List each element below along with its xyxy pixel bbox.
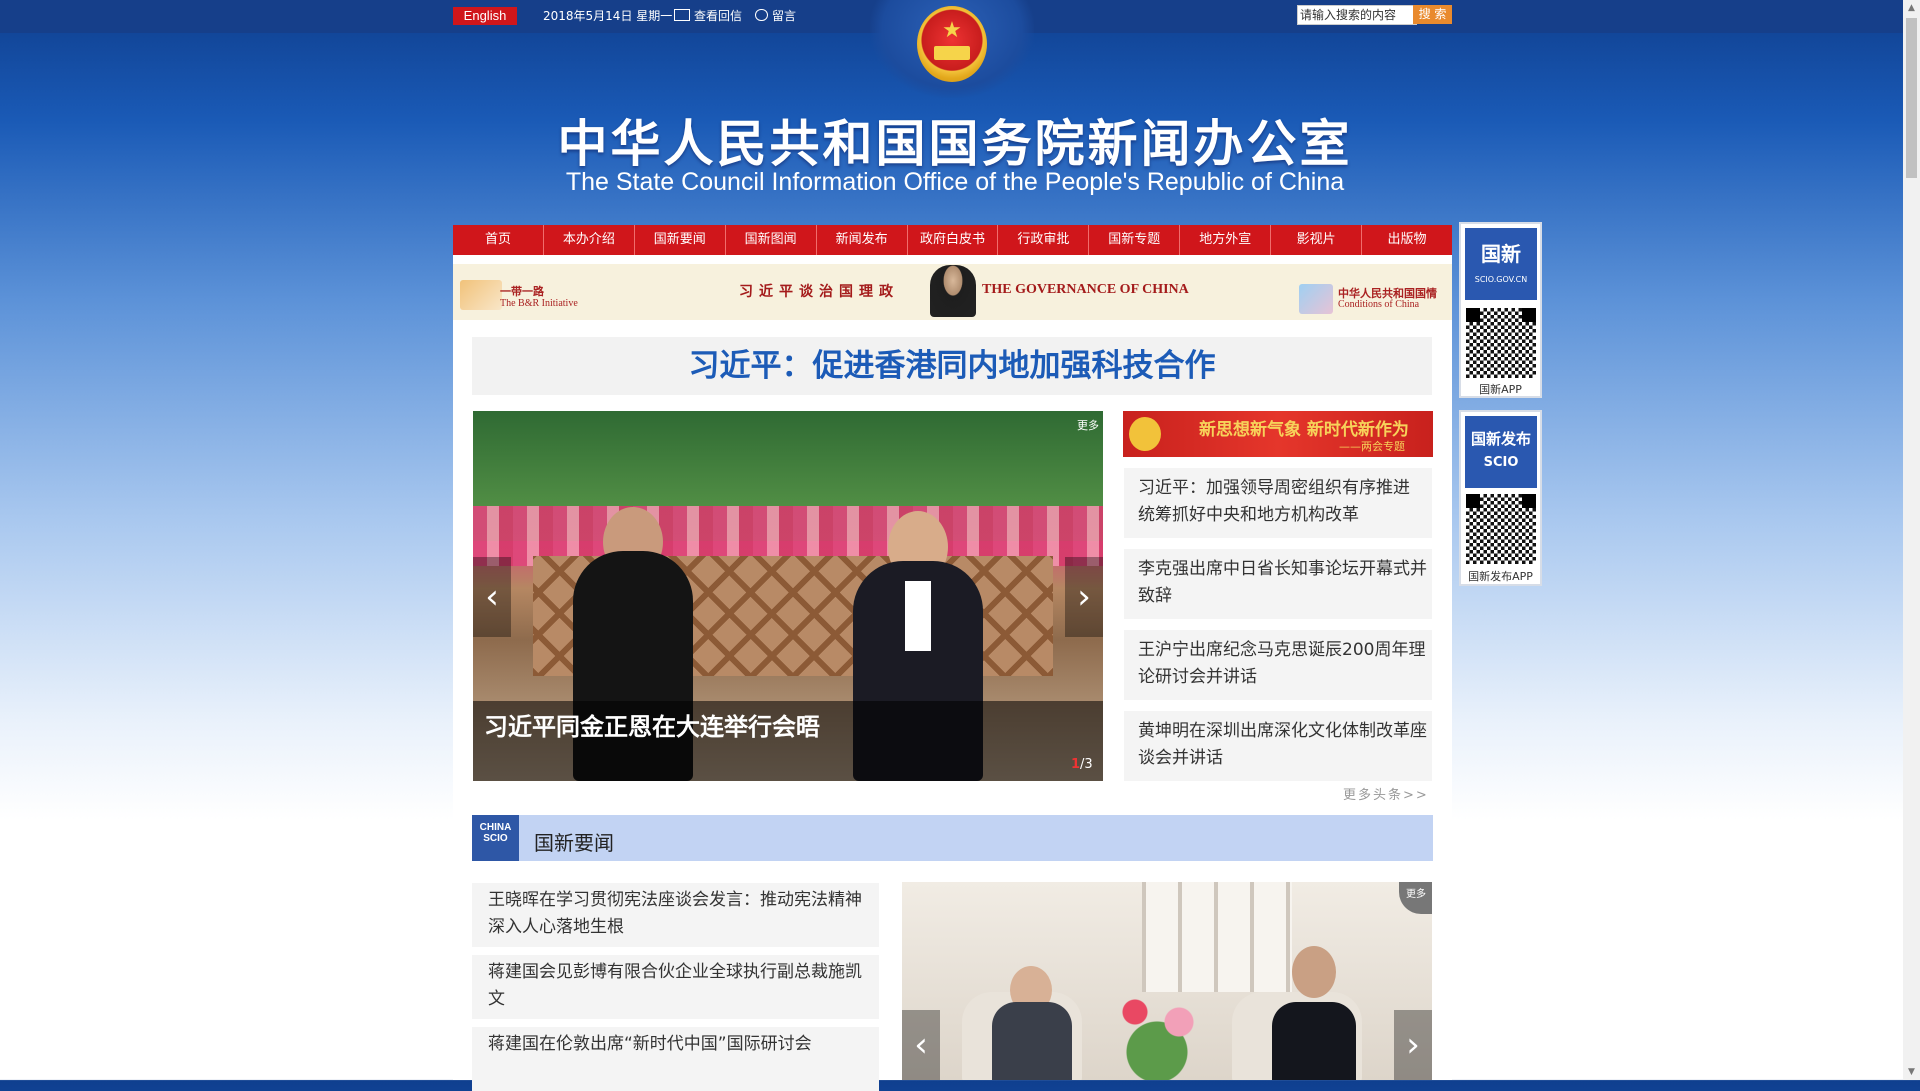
slide-counter-total: /3 <box>1080 757 1093 772</box>
slide-caption[interactable]: 习近平同金正恩在大连举行会晤 <box>484 707 820 742</box>
nav-item-white-papers[interactable]: 政府白皮书 <box>908 225 999 255</box>
nav-item-approvals[interactable]: 行政审批 <box>998 225 1090 255</box>
scroll-thumb[interactable] <box>1906 18 1917 178</box>
site-title-en: The State Council Information Office of … <box>565 168 1345 196</box>
qr-code-icon <box>1466 308 1536 378</box>
more-headlines-link[interactable]: 更多头条>> <box>1343 784 1429 803</box>
slide-counter: 1/3 <box>1071 757 1093 772</box>
photo-slideshow[interactable]: 习近平同金正恩在大连举行会晤 1/3 更多 ‹ › <box>473 411 1103 781</box>
view-reply-link[interactable]: 查看回信 <box>674 7 742 25</box>
app-logo: 国新 SCIO.GOV.CN <box>1465 228 1537 300</box>
list-item[interactable]: 李克强出席中日省长知事论坛开幕式并致辞 <box>1124 549 1432 619</box>
logo-line2: SCIO <box>483 833 508 844</box>
conditions-icon[interactable] <box>1299 284 1333 314</box>
special-topic-banner[interactable]: 新思想新气象 新时代新作为 ——两会专题 <box>1123 411 1433 457</box>
governance-label-cn[interactable]: 习近平谈治国理政 <box>739 281 899 301</box>
nav-item-home[interactable]: 首页 <box>453 225 544 255</box>
photo-next-arrow-icon[interactable]: › <box>1394 1010 1432 1080</box>
governance-label-en[interactable]: THE GOVERNANCE OF CHINA <box>982 282 1189 298</box>
release-app-qr-widget[interactable]: 国新发布 SCIO 国新发布APP <box>1459 410 1542 586</box>
photo-news-slideshow[interactable]: 更多 ‹ › <box>902 882 1432 1080</box>
news-title: 王沪宁出席纪念马克思诞辰200周年理论研讨会并讲话 <box>1138 640 1426 687</box>
list-item[interactable]: 蒋建国会见彭博有限合伙企业全球执行副总裁施凯文 <box>472 955 879 1019</box>
logo-line1: CHINA <box>479 822 512 833</box>
belt-road-label-cn[interactable]: 一带一路 <box>500 283 544 299</box>
news-title: 蒋建国会见彭博有限合伙企业全球执行副总裁施凯文 <box>488 962 862 1009</box>
scroll-up-icon[interactable]: ▲ <box>1903 0 1920 16</box>
list-item[interactable]: 黄坤明在深圳出席深化文化体制改革座谈会并讲话 <box>1124 711 1432 781</box>
release-app-domain: SCIO <box>1483 455 1519 470</box>
page-scrollbar[interactable]: ▲ ▼ <box>1903 0 1920 1080</box>
leave-message-link[interactable]: 留言 <box>755 7 796 25</box>
news-title: 习近平：加强领导周密组织有序推进 统筹抓好中央和地方机构改革 <box>1138 478 1410 525</box>
photo-prev-arrow-icon[interactable]: ‹ <box>902 1010 940 1080</box>
slide-prev-arrow-icon[interactable]: ‹ <box>473 557 511 637</box>
search-button[interactable]: 搜 索 <box>1413 5 1452 24</box>
release-app-caption: 国新发布APP <box>1468 570 1533 583</box>
section-title[interactable]: 国新要闻 <box>534 827 614 856</box>
app-domain: SCIO.GOV.CN <box>1474 275 1528 284</box>
chat-bubble-icon <box>755 9 768 21</box>
release-app-logo: 国新发布 SCIO <box>1465 416 1537 488</box>
english-button[interactable]: English <box>453 7 517 25</box>
section-header <box>472 815 1433 861</box>
nav-item-press-release[interactable]: 新闻发布 <box>817 225 908 255</box>
conditions-label-en[interactable]: Conditions of China <box>1338 299 1419 310</box>
nav-item-topics[interactable]: 国新专题 <box>1089 225 1181 255</box>
search-input[interactable]: 请输入搜索的内容 <box>1297 5 1417 25</box>
national-emblem-icon: ★ <box>917 6 987 82</box>
belt-road-label-en[interactable]: The B&R Initiative <box>500 298 578 309</box>
current-date: 2018年5月14日 星期一 <box>543 9 673 23</box>
belt-road-icon[interactable] <box>460 280 502 310</box>
emblem-backdrop: ★ <box>870 0 1034 98</box>
portrait-image[interactable] <box>930 265 976 317</box>
list-item[interactable]: 蒋建国在伦敦出席“新时代中国”国际研讨会 <box>472 1027 879 1091</box>
nav-item-publications[interactable]: 出版物 <box>1362 225 1452 255</box>
mail-icon <box>674 9 690 21</box>
list-item[interactable]: 王晓晖在学习贯彻宪法座谈会发言：推动宪法精神深入人心落地生根 <box>472 883 879 947</box>
site-title-cn: 中华人民共和国国务院新闻办公室 <box>557 115 1353 173</box>
headline-link[interactable]: 习近平：促进香港同内地加强科技合作 <box>472 337 1432 395</box>
news-title: 蒋建国在伦敦出席“新时代中国”国际研讨会 <box>488 1034 812 1054</box>
nav-item-about[interactable]: 本办介绍 <box>544 225 635 255</box>
news-title: 李克强出席中日省长知事论坛开幕式并致辞 <box>1138 559 1427 606</box>
emblem-icon <box>1129 417 1161 451</box>
leave-message-label: 留言 <box>772 9 797 23</box>
news-title: 王晓晖在学习贯彻宪法座谈会发言：推动宪法精神深入人心落地生根 <box>488 890 862 937</box>
special-topic-subtitle: ——两会专题 <box>1339 440 1405 453</box>
list-item[interactable]: 王沪宁出席纪念马克思诞辰200周年理论研讨会并讲话 <box>1124 630 1432 700</box>
main-nav: 首页 本办介绍 国新要闻 国新图闻 新闻发布 政府白皮书 行政审批 国新专题 地… <box>453 225 1452 255</box>
nav-item-photo-news[interactable]: 国新图闻 <box>726 225 817 255</box>
special-topic-title: 新思想新气象 新时代新作为 <box>1199 420 1409 440</box>
slide-more-link[interactable]: 更多 <box>1077 417 1099 433</box>
nav-item-films[interactable]: 影视片 <box>1271 225 1363 255</box>
release-app-logo-text: 国新发布 <box>1470 430 1531 448</box>
app-logo-text: 国新 <box>1481 242 1521 266</box>
nav-item-news[interactable]: 国新要闻 <box>635 225 726 255</box>
news-title: 黄坤明在深圳出席深化文化体制改革座谈会并讲话 <box>1138 721 1427 768</box>
list-item[interactable]: 习近平：加强领导周密组织有序推进 统筹抓好中央和地方机构改革 <box>1124 468 1432 538</box>
photo-more-link[interactable]: 更多 <box>1399 882 1432 914</box>
view-reply-label: 查看回信 <box>694 9 743 23</box>
china-scio-logo: CHINA SCIO <box>472 815 519 861</box>
app-qr-widget[interactable]: 国新 SCIO.GOV.CN 国新APP <box>1459 222 1542 398</box>
qr-code-icon <box>1466 494 1536 564</box>
app-caption: 国新APP <box>1479 383 1522 396</box>
slide-next-arrow-icon[interactable]: › <box>1065 557 1103 637</box>
slide-counter-current: 1 <box>1071 757 1081 772</box>
nav-item-local[interactable]: 地方外宣 <box>1180 225 1272 255</box>
scroll-down-icon[interactable]: ▼ <box>1903 1064 1920 1080</box>
